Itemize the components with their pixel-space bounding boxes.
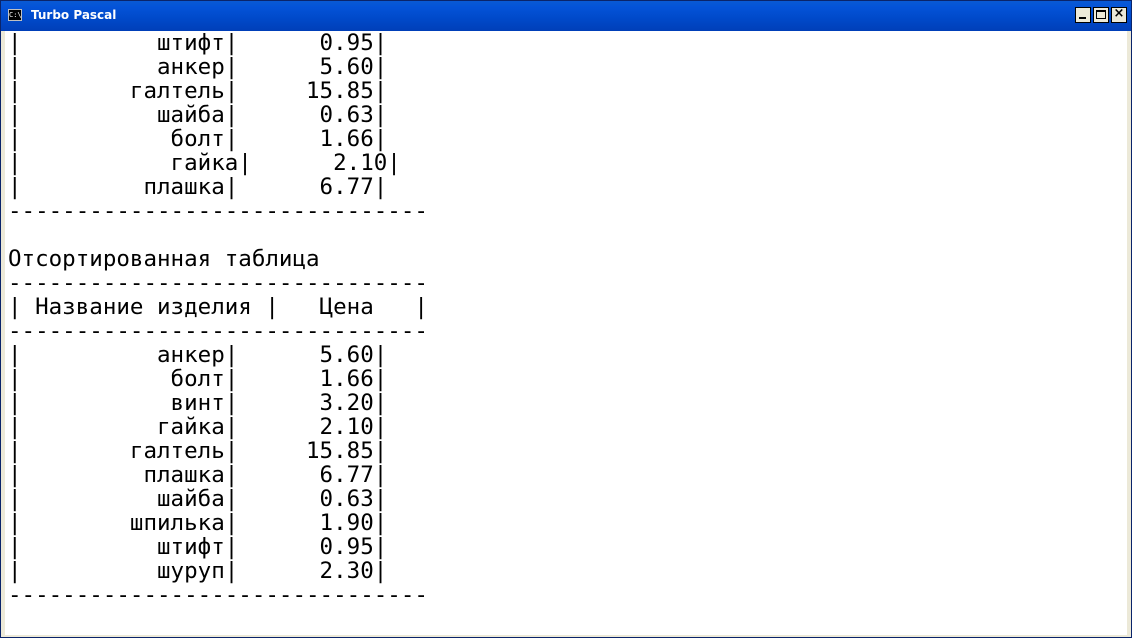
maximize-icon	[1096, 10, 1106, 19]
table-row: | гайка| 2.10|	[8, 414, 388, 440]
window-title: Turbo Pascal	[31, 8, 117, 22]
maximize-button[interactable]	[1093, 7, 1109, 23]
console-window: C:\ Turbo Pascal × | штифт| 0.95| | анке…	[0, 0, 1132, 638]
console-line: | шайба| 0.63|	[8, 102, 388, 128]
table-header-row: | Название изделия | Цена |	[8, 294, 428, 320]
title-bar[interactable]: C:\ Turbo Pascal ×	[1, 1, 1131, 31]
console-line: | плашка| 6.77|	[8, 174, 388, 200]
table-separator: -------------------------------	[8, 270, 428, 296]
table-row: | болт| 1.66|	[8, 366, 388, 392]
console-app-icon[interactable]: C:\	[8, 9, 22, 21]
table-row: | шуруп| 2.30|	[8, 558, 388, 584]
table-row: | шайба| 0.63|	[8, 486, 388, 512]
table-row: | плашка| 6.77|	[8, 462, 388, 488]
console-line: | штифт| 0.95|	[8, 31, 388, 56]
table-row: | анкер| 5.60|	[8, 342, 388, 368]
close-button[interactable]: ×	[1111, 7, 1127, 23]
sorted-table-heading: Отсортированная таблица	[8, 246, 320, 272]
console-line: | болт| 1.66|	[8, 126, 388, 152]
table-row: | винт| 3.20|	[8, 390, 388, 416]
close-icon: ×	[1113, 6, 1125, 21]
table-row: | штифт| 0.95|	[8, 534, 388, 560]
console-output[interactable]: | штифт| 0.95| | анкер| 5.60| | галтель|…	[5, 31, 1127, 635]
console-line: | галтель| 15.85|	[8, 78, 388, 104]
table-separator: -------------------------------	[8, 318, 428, 344]
table-separator: -------------------------------	[8, 198, 428, 224]
minimize-button[interactable]	[1075, 7, 1091, 23]
table-row: | шпилька| 1.90|	[8, 510, 388, 536]
minimize-icon	[1079, 17, 1086, 19]
window-controls: ×	[1075, 7, 1127, 25]
console-line: | анкер| 5.60|	[8, 54, 388, 80]
table-separator: -------------------------------	[8, 582, 428, 608]
table-row: | галтель| 15.85|	[8, 438, 388, 464]
console-line: | гайка| 2.10|	[8, 150, 401, 176]
